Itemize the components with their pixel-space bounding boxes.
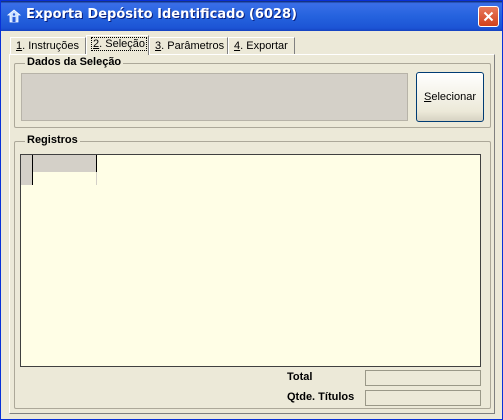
tab-exportar-label: 4. Exportar	[234, 40, 288, 52]
grid-cell[interactable]	[33, 172, 97, 185]
tab-exportar[interactable]: 4. Exportar	[228, 37, 295, 54]
window-title: Exporta Depósito Identificado (6028)	[26, 7, 297, 22]
tab-parametros[interactable]: 3. Parâmetros	[149, 37, 228, 54]
selecionar-button-label: Selecionar	[424, 91, 476, 103]
main-window: Exporta Depósito Identificado (6028) 1. …	[0, 0, 503, 420]
qtde-titulos-field	[365, 390, 481, 406]
total-label: Total	[287, 371, 313, 383]
selection-group-title: Dados da Seleção	[25, 56, 124, 68]
qtde-titulos-label: Qtde. Títulos	[287, 391, 355, 403]
tab-selecao-label: 2. Seleção	[91, 37, 147, 51]
records-group-title: Registros	[25, 134, 80, 146]
app-icon	[6, 9, 22, 23]
title-bar[interactable]: Exporta Depósito Identificado (6028)	[1, 1, 502, 31]
tab-selecao[interactable]: 2. Seleção	[86, 35, 149, 55]
tab-instrucoes[interactable]: 1. Instruções	[10, 37, 86, 54]
selection-display-field	[21, 73, 408, 121]
tab-instrucoes-label: 1. Instruções	[16, 40, 79, 52]
tab-parametros-label: 3. Parâmetros	[155, 40, 225, 52]
close-button[interactable]	[478, 6, 499, 27]
close-icon	[483, 11, 494, 22]
row-indicator	[21, 155, 33, 185]
total-field	[365, 370, 481, 386]
grid-column-header[interactable]	[33, 155, 97, 172]
selecionar-button[interactable]: Selecionar	[416, 72, 484, 122]
records-grid[interactable]	[20, 154, 481, 367]
